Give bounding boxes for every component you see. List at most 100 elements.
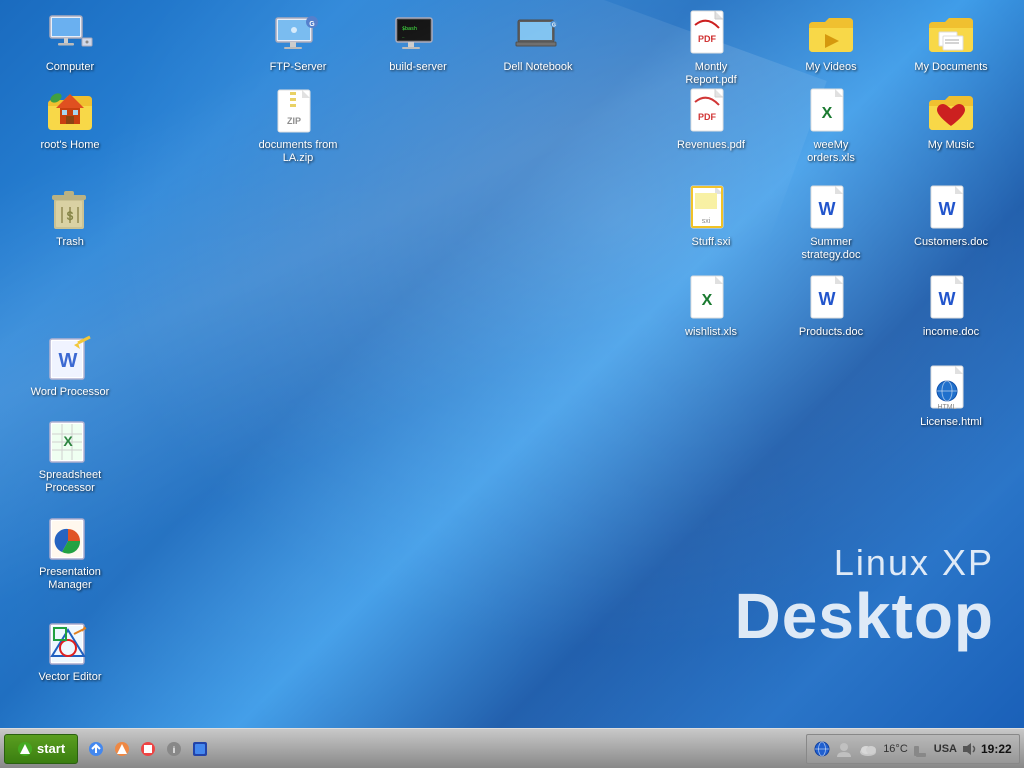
icon-weekly-orders-label: weeMy orders.xls (791, 139, 871, 165)
icon-license-html-label: License.html (920, 416, 982, 429)
svg-text:$: $ (67, 209, 74, 223)
my-videos-icon-img (807, 10, 855, 58)
icon-my-documents[interactable]: My Documents (911, 10, 991, 74)
tray-user[interactable] (835, 740, 853, 758)
icon-stuff-sxi-label: Stuff.sxi (692, 236, 731, 249)
icon-build-server[interactable]: $bash _ build-server (378, 10, 458, 74)
icon-trash[interactable]: $ Trash (30, 185, 110, 249)
taskbar-middle (212, 729, 806, 768)
quicklaunch-btn1[interactable] (84, 737, 108, 761)
svg-text:G: G (309, 21, 315, 28)
ftp-server-icon-img: G (274, 10, 322, 58)
svg-text:X: X (702, 292, 713, 309)
icon-wishlist-xls[interactable]: X wishlist.xls (671, 275, 751, 339)
desktop-icons: Computer G FTP-Server (0, 0, 1024, 728)
build-server-icon-img: $bash _ (394, 10, 442, 58)
summer-strategy-icon-img: W (807, 185, 855, 233)
icon-trash-label: Trash (56, 236, 84, 249)
icon-my-music[interactable]: My Music (911, 88, 991, 152)
icon-income-doc[interactable]: W income.doc (911, 275, 991, 339)
icon-license-html[interactable]: HTML License.html (911, 365, 991, 429)
system-tray: 16°C USA 19:22 (806, 734, 1020, 764)
quicklaunch-btn5[interactable] (188, 737, 212, 761)
svg-text:X: X (63, 433, 73, 449)
tray-network[interactable] (813, 740, 831, 758)
svg-text:$bash: $bash (402, 26, 417, 32)
quicklaunch-btn4[interactable]: i (162, 737, 186, 761)
icon-summer-strategy[interactable]: W Summer strategy.doc (791, 185, 871, 262)
icon-stuff-sxi[interactable]: sxi Stuff.sxi (671, 185, 751, 249)
documents-zip-icon-img: ZIP (274, 88, 322, 136)
presentation-manager-icon-img (46, 515, 94, 563)
income-doc-icon-img: W (927, 275, 975, 323)
svg-text:i: i (173, 745, 176, 755)
svg-text:W: W (939, 199, 956, 219)
icon-presentation-manager-label: Presentation Manager (30, 566, 110, 592)
start-label: start (37, 741, 65, 756)
stuff-sxi-icon-img: sxi (687, 185, 735, 233)
customers-doc-icon-img: W (927, 185, 975, 233)
icon-weekly-orders[interactable]: X weeMy orders.xls (791, 88, 871, 165)
svg-text:W: W (819, 289, 836, 309)
icon-revenues-pdf-label: Revenues.pdf (677, 139, 745, 152)
icon-my-videos-label: My Videos (805, 61, 856, 74)
wishlist-xls-icon-img: X (687, 275, 735, 323)
quicklaunch-btn2[interactable] (110, 737, 134, 761)
trash-icon-img: $ (46, 185, 94, 233)
icon-vector-editor-label: Vector Editor (39, 671, 102, 684)
tray-signal[interactable] (912, 740, 930, 758)
icon-roots-home[interactable]: root's Home (30, 88, 110, 152)
desktop: Linux XP Desktop Computer (0, 0, 1024, 728)
icon-revenues-pdf[interactable]: PDF Revenues.pdf (671, 88, 751, 152)
start-button[interactable]: start (4, 734, 78, 764)
products-doc-icon-img: W (807, 275, 855, 323)
tray-time[interactable]: 19:22 (981, 742, 1013, 756)
my-music-icon-img (927, 88, 975, 136)
icon-wishlist-xls-label: wishlist.xls (685, 326, 737, 339)
tray-speaker[interactable] (961, 741, 977, 757)
icon-summer-strategy-label: Summer strategy.doc (791, 236, 871, 262)
svg-text:HTML: HTML (937, 404, 956, 411)
icon-dell-notebook[interactable]: G Dell Notebook (498, 10, 578, 74)
icon-my-music-label: My Music (928, 139, 974, 152)
icon-ftp-server[interactable]: G FTP-Server (258, 10, 338, 74)
icon-customers-doc[interactable]: W Customers.doc (911, 185, 991, 249)
icon-products-doc-label: Products.doc (799, 326, 863, 339)
my-documents-icon-img (927, 10, 975, 58)
word-processor-icon-img: W (46, 335, 94, 383)
svg-text:G: G (552, 23, 556, 29)
icon-my-videos[interactable]: My Videos (791, 10, 871, 74)
icon-computer[interactable]: Computer (30, 10, 110, 74)
license-html-icon-img: HTML (927, 365, 975, 413)
icon-spreadsheet-processor-label: Spreadsheet Processor (30, 469, 110, 495)
tray-locale: USA (934, 743, 957, 755)
icon-documents-zip[interactable]: ZIP documents from LA.zip (258, 88, 338, 165)
icon-documents-zip-label: documents from LA.zip (258, 139, 338, 165)
quicklaunch-btn3[interactable] (136, 737, 160, 761)
svg-text:ZIP: ZIP (287, 116, 301, 126)
dell-notebook-icon-img: G (514, 10, 562, 58)
svg-text:PDF: PDF (698, 112, 717, 122)
icon-montly-report-label: Montly Report.pdf (671, 61, 751, 87)
vector-editor-icon-img (46, 620, 94, 668)
icon-word-processor-label: Word Processor (31, 386, 110, 399)
icon-computer-label: Computer (46, 61, 94, 74)
spreadsheet-processor-icon-img: X (46, 418, 94, 466)
svg-text:X: X (822, 105, 833, 122)
icon-montly-report[interactable]: PDF Montly Report.pdf (671, 10, 751, 87)
icon-spreadsheet-processor[interactable]: X Spreadsheet Processor (30, 418, 110, 495)
quick-launch: i (84, 737, 212, 761)
weekly-orders-icon-img: X (807, 88, 855, 136)
icon-word-processor[interactable]: W Word Processor (30, 335, 110, 399)
icon-ftp-label: FTP-Server (270, 61, 327, 74)
icon-income-doc-label: income.doc (923, 326, 979, 339)
taskbar: start i (0, 728, 1024, 768)
icon-products-doc[interactable]: W Products.doc (791, 275, 871, 339)
tray-weather[interactable] (857, 740, 879, 758)
roots-home-icon-img (46, 88, 94, 136)
icon-presentation-manager[interactable]: Presentation Manager (30, 515, 110, 592)
icon-roots-home-label: root's Home (41, 139, 100, 152)
icon-vector-editor[interactable]: Vector Editor (30, 620, 110, 684)
tray-temperature: 16°C (883, 743, 908, 755)
svg-text:W: W (59, 350, 78, 372)
